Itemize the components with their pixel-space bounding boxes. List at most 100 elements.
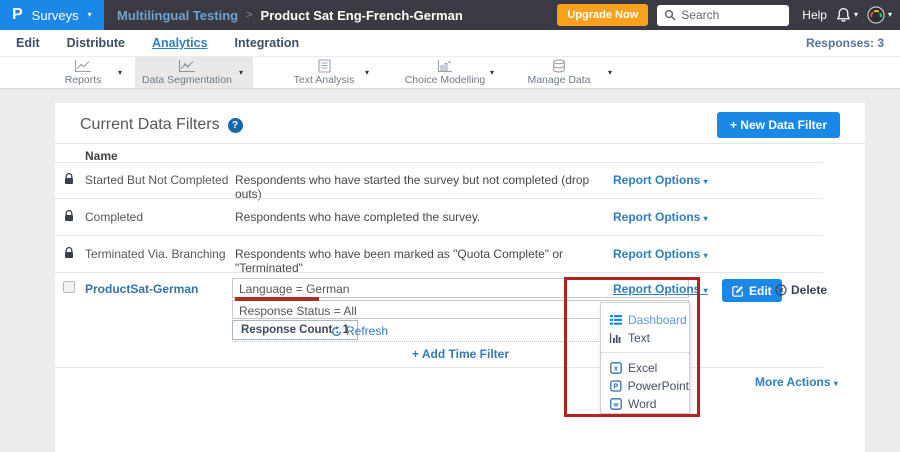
edit-button[interactable]: Edit xyxy=(722,279,782,302)
search-placeholder: Search xyxy=(681,8,719,22)
filter-name: Completed xyxy=(85,210,230,224)
excel-file-icon: x xyxy=(610,362,622,374)
edit-pencil-icon xyxy=(732,285,744,297)
upgrade-now-button[interactable]: Upgrade Now xyxy=(557,4,648,26)
report-options-link[interactable]: Report Options ▾ xyxy=(613,247,708,261)
dashboard-list-icon xyxy=(610,315,622,325)
line-chart-icon xyxy=(74,59,92,73)
svg-text:w: w xyxy=(612,402,619,409)
toolbar-item-manage-data[interactable]: Manage Data ▾ xyxy=(522,57,612,88)
menu-item-dashboard[interactable]: Dashboard xyxy=(601,311,689,329)
surveys-menu[interactable]: P Surveys ▾ xyxy=(0,0,104,30)
search-input[interactable]: Search xyxy=(657,5,789,26)
report-options-menu: Dashboard Text x Excel P PowerPoint w Wo… xyxy=(600,302,690,414)
refresh-link[interactable]: Refresh xyxy=(331,324,388,338)
topbar: P Surveys ▾ Multilingual Testing > Produ… xyxy=(0,0,900,30)
toolbar-label: Choice Modelling xyxy=(405,74,486,86)
delete-button[interactable]: Delete xyxy=(775,283,827,297)
report-options-link[interactable]: Report Options ▾ xyxy=(613,210,708,224)
filter-description: Respondents who have been marked as "Quo… xyxy=(235,247,605,275)
divider xyxy=(55,198,823,199)
svg-text:x: x xyxy=(614,364,619,373)
column-header-name: Name xyxy=(85,149,118,163)
account-menu[interactable]: ▾ xyxy=(867,6,892,24)
bar-chart-icon xyxy=(437,59,453,73)
divider xyxy=(55,162,823,163)
divider xyxy=(55,367,823,368)
bell-icon xyxy=(836,7,851,23)
notifications-menu[interactable]: ▾ xyxy=(836,7,858,23)
caret-down-icon: ▾ xyxy=(854,11,858,19)
help-link[interactable]: Help xyxy=(802,8,827,22)
bar-chart-icon xyxy=(610,333,622,343)
new-data-filter-button[interactable]: + New Data Filter xyxy=(717,112,840,138)
caret-down-icon[interactable]: ▾ xyxy=(365,68,369,77)
tab-edit[interactable]: Edit xyxy=(16,36,40,50)
caret-down-icon[interactable]: ▾ xyxy=(239,68,243,77)
caret-down-icon[interactable]: ▾ xyxy=(490,68,494,77)
search-icon xyxy=(664,9,676,21)
menu-item-excel[interactable]: x Excel xyxy=(601,359,689,377)
filter-checkbox[interactable] xyxy=(63,281,75,293)
responses-count[interactable]: Responses: 3 xyxy=(806,36,884,50)
panel-title: Current Data Filters xyxy=(80,116,220,134)
divider xyxy=(55,235,823,236)
surveys-menu-label: Surveys xyxy=(32,8,79,23)
more-actions-link[interactable]: More Actions ▾ xyxy=(755,375,838,389)
caret-down-icon: ▾ xyxy=(888,11,892,19)
tab-distribute[interactable]: Distribute xyxy=(67,36,125,50)
caret-down-icon[interactable]: ▾ xyxy=(608,68,612,77)
menu-item-word[interactable]: w Word xyxy=(601,395,689,413)
caret-down-icon: ▾ xyxy=(704,214,708,223)
document-icon xyxy=(318,59,331,73)
toolbar-label: Data Segmentation xyxy=(142,74,232,86)
word-file-icon: w xyxy=(610,398,622,410)
caret-down-icon: ▾ xyxy=(704,286,708,295)
app-window: P Surveys ▾ Multilingual Testing > Produ… xyxy=(0,0,900,452)
breadcrumb: Multilingual Testing > Product Sat Eng-F… xyxy=(117,8,463,23)
current-data-filters-panel: Current Data Filters ? + New Data Filter… xyxy=(55,103,865,452)
toolbar-item-text-analysis[interactable]: Text Analysis ▾ xyxy=(283,57,369,88)
report-options-link[interactable]: Report Options ▾ xyxy=(613,173,708,187)
menu-item-text[interactable]: Text xyxy=(601,329,689,347)
refresh-icon xyxy=(331,326,342,337)
filter-name-link[interactable]: ProductSat-German xyxy=(85,282,198,296)
toolbar-item-data-segmentation[interactable]: Data Segmentation ▾ xyxy=(135,57,253,88)
toolbar-item-reports[interactable]: Reports ▾ xyxy=(48,57,122,88)
tab-analytics[interactable]: Analytics xyxy=(152,36,208,50)
page-title: Product Sat Eng-French-German xyxy=(261,8,463,23)
toolbar-label: Manage Data xyxy=(527,74,590,86)
database-icon xyxy=(552,59,566,73)
topbar-actions: Upgrade Now Search Help ▾ ▾ xyxy=(557,4,900,26)
toolbar-item-choice-modelling[interactable]: Choice Modelling ▾ xyxy=(400,57,494,88)
menu-separator xyxy=(601,352,689,353)
filter-name: Terminated Via. Branching xyxy=(85,247,230,261)
caret-down-icon: ▾ xyxy=(704,251,708,260)
report-options-link-open[interactable]: Report Options ▾ xyxy=(613,282,708,296)
filter-description: Respondents who have started the survey … xyxy=(235,173,605,201)
caret-down-icon: ▾ xyxy=(834,379,838,388)
filter-name: Started But Not Completed xyxy=(85,173,230,187)
scatter-chart-icon xyxy=(178,59,196,73)
breadcrumb-parent[interactable]: Multilingual Testing xyxy=(117,8,238,23)
toolbar-label: Text Analysis xyxy=(294,74,355,86)
filter-description: Respondents who have completed the surve… xyxy=(235,210,605,224)
tab-integration[interactable]: Integration xyxy=(235,36,300,50)
caret-down-icon: ▾ xyxy=(704,177,708,186)
lock-icon xyxy=(64,246,74,264)
divider xyxy=(55,143,865,144)
lock-icon xyxy=(64,209,74,227)
divider xyxy=(55,272,823,273)
caret-down-icon: ▾ xyxy=(88,11,92,19)
svg-text:P: P xyxy=(613,382,618,391)
app-logo-icon: P xyxy=(12,7,23,23)
analytics-toolbar: Reports ▾ Data Segmentation ▾ Text Analy… xyxy=(0,57,900,89)
powerpoint-file-icon: P xyxy=(610,380,622,392)
help-icon[interactable]: ? xyxy=(228,118,243,133)
menu-item-powerpoint[interactable]: P PowerPoint xyxy=(601,377,689,395)
caret-down-icon[interactable]: ▾ xyxy=(118,68,122,77)
avatar xyxy=(867,6,885,24)
toolbar-label: Reports xyxy=(65,74,102,86)
annotation-underline xyxy=(235,297,319,301)
survey-nav: Edit Distribute Analytics Integration Re… xyxy=(0,30,900,57)
